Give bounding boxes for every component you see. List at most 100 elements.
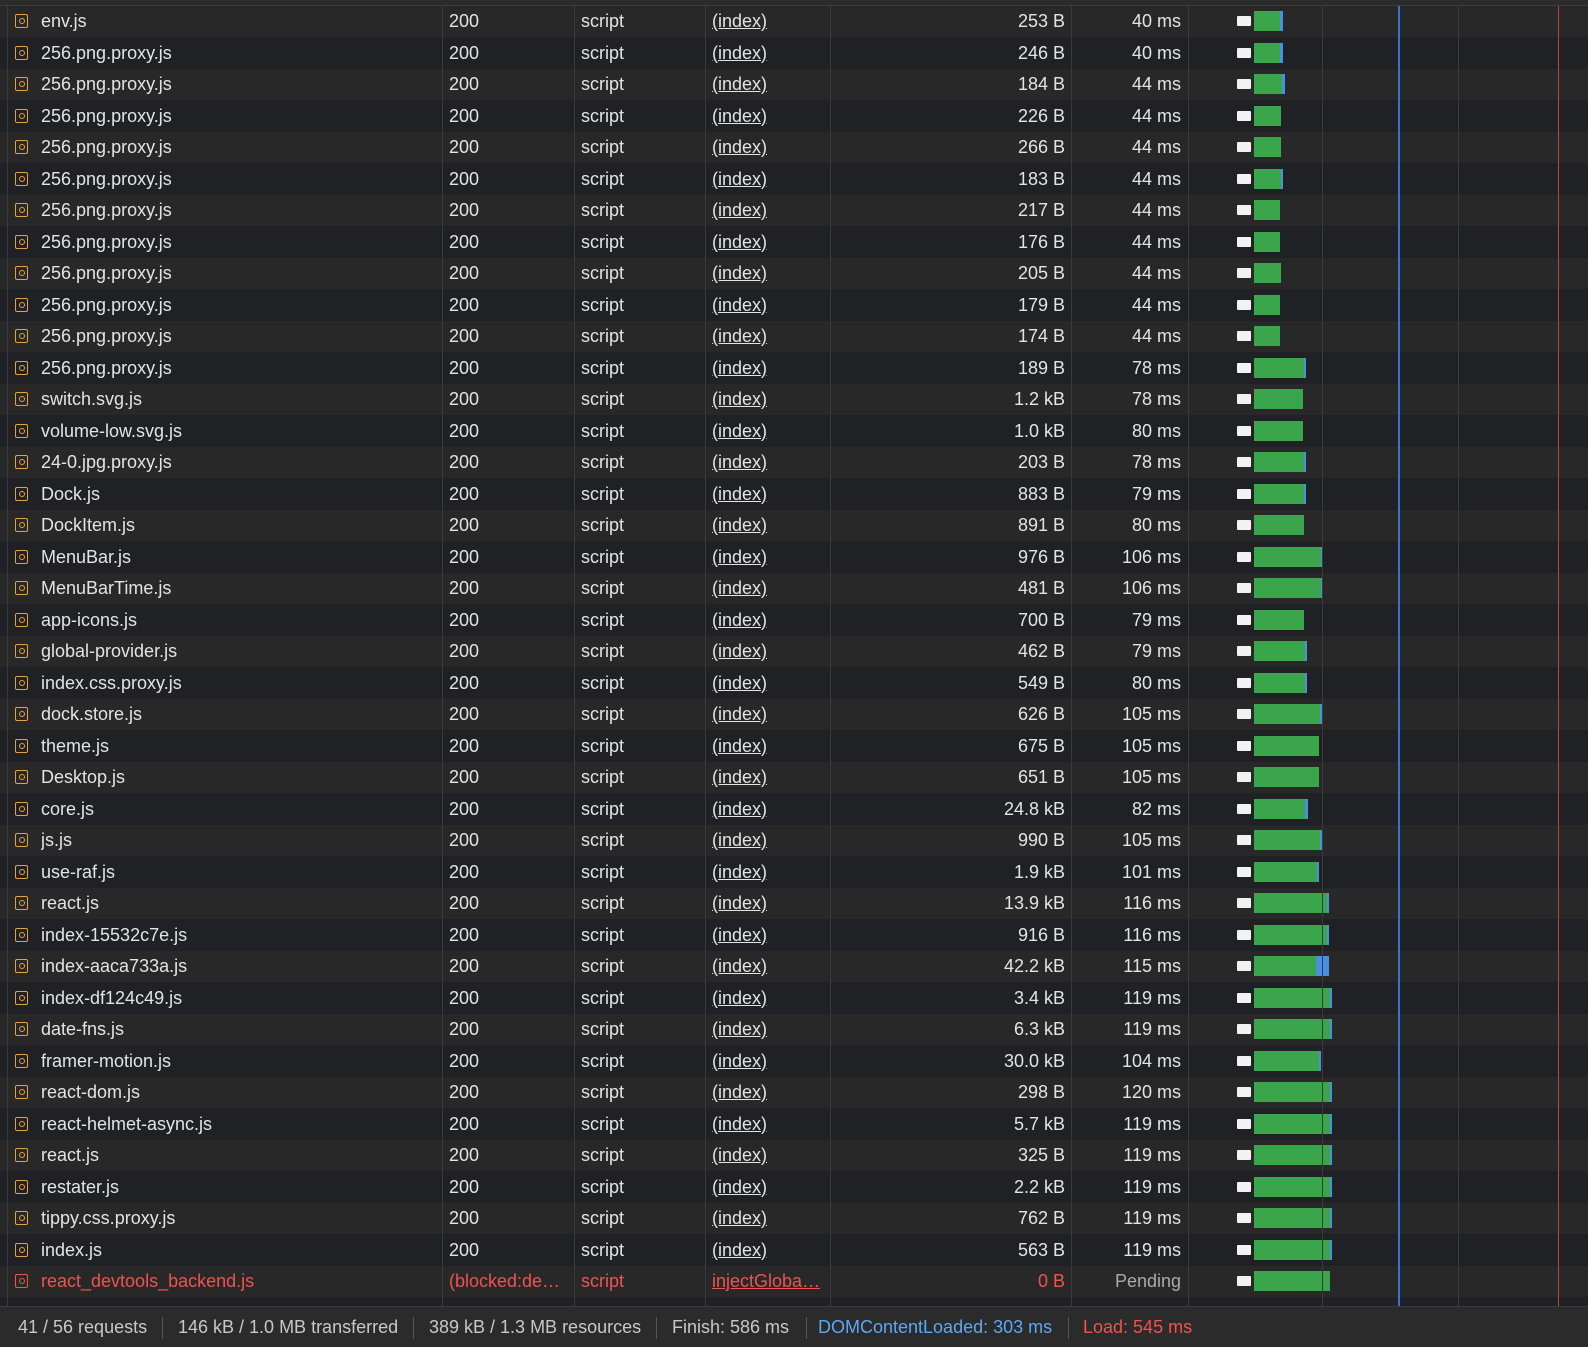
waterfall-bar[interactable] bbox=[0, 479, 1588, 510]
waterfall-bar[interactable] bbox=[0, 605, 1588, 636]
waterfall-bar[interactable] bbox=[0, 227, 1588, 258]
waterfall-download-segment bbox=[1254, 452, 1304, 472]
waterfall-bar[interactable] bbox=[0, 321, 1588, 352]
waterfall-bar[interactable] bbox=[0, 825, 1588, 856]
waterfall-download-segment bbox=[1254, 105, 1281, 126]
waterfall-bar[interactable] bbox=[0, 1046, 1588, 1077]
request-row[interactable]: Dock.js 200 script (index) 883 B 79 ms bbox=[0, 478, 1588, 510]
waterfall-bar[interactable] bbox=[0, 1266, 1588, 1297]
waterfall-bar[interactable] bbox=[0, 699, 1588, 730]
waterfall-waiting-segment bbox=[1237, 79, 1251, 89]
waterfall-tail-segment bbox=[1330, 1082, 1332, 1102]
waterfall-waiting-segment bbox=[1237, 835, 1251, 845]
waterfall-bar[interactable] bbox=[0, 1109, 1588, 1140]
request-row[interactable]: 24-0.jpg.proxy.js 200 script (index) 203 B 78… bbox=[0, 447, 1588, 478]
request-row[interactable]: react-dom.js 200 script (index) 298 B 120 ms bbox=[0, 1077, 1588, 1108]
request-row[interactable]: index-15532c7e.js 200 script (index) 916 B 11… bbox=[0, 919, 1588, 951]
request-row[interactable]: react_devtools_backend.js (blocked:de… scr… bbox=[0, 1266, 1588, 1297]
waterfall-bar[interactable] bbox=[0, 6, 1588, 37]
request-row[interactable]: env.js 200 script (index) 253 B 40 ms bbox=[0, 6, 1588, 37]
waterfall-bar[interactable] bbox=[0, 1014, 1588, 1045]
request-row[interactable]: 256.png.proxy.js 200 script (index) 183 B 44 … bbox=[0, 163, 1588, 195]
request-row[interactable]: index.css.proxy.js 200 script (index) 549 B8… bbox=[0, 667, 1588, 699]
waterfall-bar[interactable] bbox=[0, 668, 1588, 699]
request-row[interactable]: MenuBarTime.js 200 script (index) 481 B 106 m… bbox=[0, 573, 1588, 604]
request-row[interactable]: 256.png.proxy.js 200 script (index) 176 B 44 … bbox=[0, 226, 1588, 258]
request-row[interactable]: MenuBar.js 200 script (index) 976 B 106 ms bbox=[0, 541, 1588, 573]
request-row[interactable]: 256.png.proxy.js 200 script (index) 189 B 78 … bbox=[0, 352, 1588, 384]
waterfall-bar[interactable] bbox=[0, 731, 1588, 762]
waterfall-bar[interactable] bbox=[0, 794, 1588, 825]
waterfall-bar[interactable] bbox=[0, 1172, 1588, 1203]
waterfall-bar[interactable] bbox=[0, 258, 1588, 289]
waterfall-waiting-segment bbox=[1237, 1150, 1251, 1160]
waterfall-bar[interactable] bbox=[0, 573, 1588, 604]
request-row[interactable]: restater.js 200 script (index) 2.2 kB 119 ms bbox=[0, 1171, 1588, 1203]
waterfall-waiting-segment bbox=[1237, 331, 1251, 341]
waterfall-bar[interactable] bbox=[0, 920, 1588, 951]
waterfall-bar[interactable] bbox=[0, 951, 1588, 982]
waterfall-tail-segment bbox=[1304, 452, 1306, 472]
waterfall-download-segment bbox=[1254, 1208, 1330, 1228]
waterfall-waiting-segment bbox=[1237, 803, 1251, 814]
request-row[interactable]: 256.png.proxy.js 200 script (index) 205 B 44 … bbox=[0, 258, 1588, 289]
request-row[interactable]: Desktop.js 200 script (index) 651 B 105 ms bbox=[0, 762, 1588, 793]
waterfall-bar[interactable] bbox=[0, 353, 1588, 384]
waterfall-bar[interactable] bbox=[0, 38, 1588, 69]
waterfall-bar[interactable] bbox=[0, 983, 1588, 1014]
waterfall-bar[interactable] bbox=[0, 101, 1588, 132]
request-row[interactable]: tippy.css.proxy.js 200 script (index) 762 B1… bbox=[0, 1203, 1588, 1234]
request-row[interactable]: 256.png.proxy.js 200 script (index) 226 B 44 … bbox=[0, 100, 1588, 132]
waterfall-bar[interactable] bbox=[0, 542, 1588, 573]
waterfall-bar[interactable] bbox=[0, 132, 1588, 163]
request-row[interactable]: app-icons.js 200 script (index) 700 B 79 ms bbox=[0, 604, 1588, 636]
request-row[interactable]: use-raf.js 200 script (index) 1.9 kB 101 ms bbox=[0, 856, 1588, 888]
waterfall-bar[interactable] bbox=[0, 416, 1588, 447]
waterfall-bar[interactable] bbox=[0, 510, 1588, 541]
waterfall-download-segment bbox=[1254, 704, 1320, 724]
waterfall-bar[interactable] bbox=[0, 1235, 1588, 1266]
request-row[interactable]: react.js 200 script (index) 325 B 119 ms bbox=[0, 1140, 1588, 1171]
waterfall-bar[interactable] bbox=[0, 384, 1588, 415]
request-row[interactable]: core.js 200 script (index) 24.8 kB 82 ms bbox=[0, 793, 1588, 825]
request-row[interactable]: date-fns.js 200 script (index) 6.3 kB 119 ms bbox=[0, 1014, 1588, 1045]
waterfall-download-segment bbox=[1254, 326, 1280, 346]
request-row[interactable]: theme.js 200 script (index) 675 B 105 ms bbox=[0, 730, 1588, 762]
waterfall-bar[interactable] bbox=[0, 447, 1588, 478]
request-row[interactable]: 256.png.proxy.js 200 script (index) 266 B 44 … bbox=[0, 132, 1588, 163]
request-row[interactable]: DockItem.js 200 script (index) 891 B 80 ms bbox=[0, 510, 1588, 541]
request-row[interactable]: 256.png.proxy.js 200 script (index) 174 B 44 … bbox=[0, 321, 1588, 352]
request-row[interactable]: framer-motion.js 200 script (index) 30.0 kB 1… bbox=[0, 1045, 1588, 1077]
waterfall-bar[interactable] bbox=[0, 1140, 1588, 1171]
waterfall-bar[interactable] bbox=[0, 636, 1588, 667]
request-row[interactable]: index.js 200 script (index) 563 B 119 ms bbox=[0, 1234, 1588, 1266]
waterfall-bar[interactable] bbox=[0, 69, 1588, 100]
request-row[interactable]: 256.png.proxy.js 200 script (index) 179 B 44 … bbox=[0, 289, 1588, 321]
finish-time: Finish: 586 ms bbox=[672, 1317, 790, 1337]
request-row[interactable]: 256.png.proxy.js 200 script (index) 184 B 44 … bbox=[0, 69, 1588, 100]
waterfall-bar[interactable] bbox=[0, 290, 1588, 321]
waterfall-waiting-segment bbox=[1237, 961, 1251, 971]
waterfall-bar[interactable] bbox=[0, 1077, 1588, 1108]
waterfall-bar[interactable] bbox=[0, 195, 1588, 226]
request-row[interactable]: 256.png.proxy.js 200 script (index) 246 B 40 … bbox=[0, 37, 1588, 69]
request-row[interactable]: index-aaca733a.js 200 script (index) 42.2 kB… bbox=[0, 951, 1588, 982]
waterfall-bar[interactable] bbox=[0, 857, 1588, 888]
request-row[interactable]: switch.svg.js 200 script (index) 1.2 kB 78 ms bbox=[0, 384, 1588, 415]
request-row[interactable]: index-df124c49.js 200 script (index) 3.4 kB 1… bbox=[0, 982, 1588, 1014]
waterfall-bar[interactable] bbox=[0, 1203, 1588, 1234]
request-row[interactable]: global-provider.js 200 script (index) 462 B7… bbox=[0, 636, 1588, 667]
request-row[interactable]: dock.store.js 200 script (index) 626 B 105 ms bbox=[0, 699, 1588, 730]
waterfall-download-segment bbox=[1254, 168, 1281, 189]
request-row[interactable]: 256.png.proxy.js 200 script (index) 217 B 44 … bbox=[0, 195, 1588, 226]
waterfall-bar[interactable] bbox=[0, 164, 1588, 195]
waterfall-bar[interactable] bbox=[0, 762, 1588, 793]
request-row[interactable]: react.js 200 script (index) 13.9 kB 116 ms bbox=[0, 888, 1588, 919]
waterfall-download-segment bbox=[1254, 735, 1319, 756]
request-row[interactable]: volume-low.svg.js 200 script (index) 1.0 kB 8… bbox=[0, 415, 1588, 447]
request-row[interactable]: react-helmet-async.js 200 script (index) 5.7… bbox=[0, 1108, 1588, 1140]
waterfall-bar[interactable] bbox=[0, 888, 1588, 919]
waterfall-download-segment bbox=[1254, 641, 1305, 661]
request-row[interactable]: js.js 200 script (index) 990 B 105 ms bbox=[0, 825, 1588, 856]
waterfall-tail-segment bbox=[1330, 987, 1332, 1008]
